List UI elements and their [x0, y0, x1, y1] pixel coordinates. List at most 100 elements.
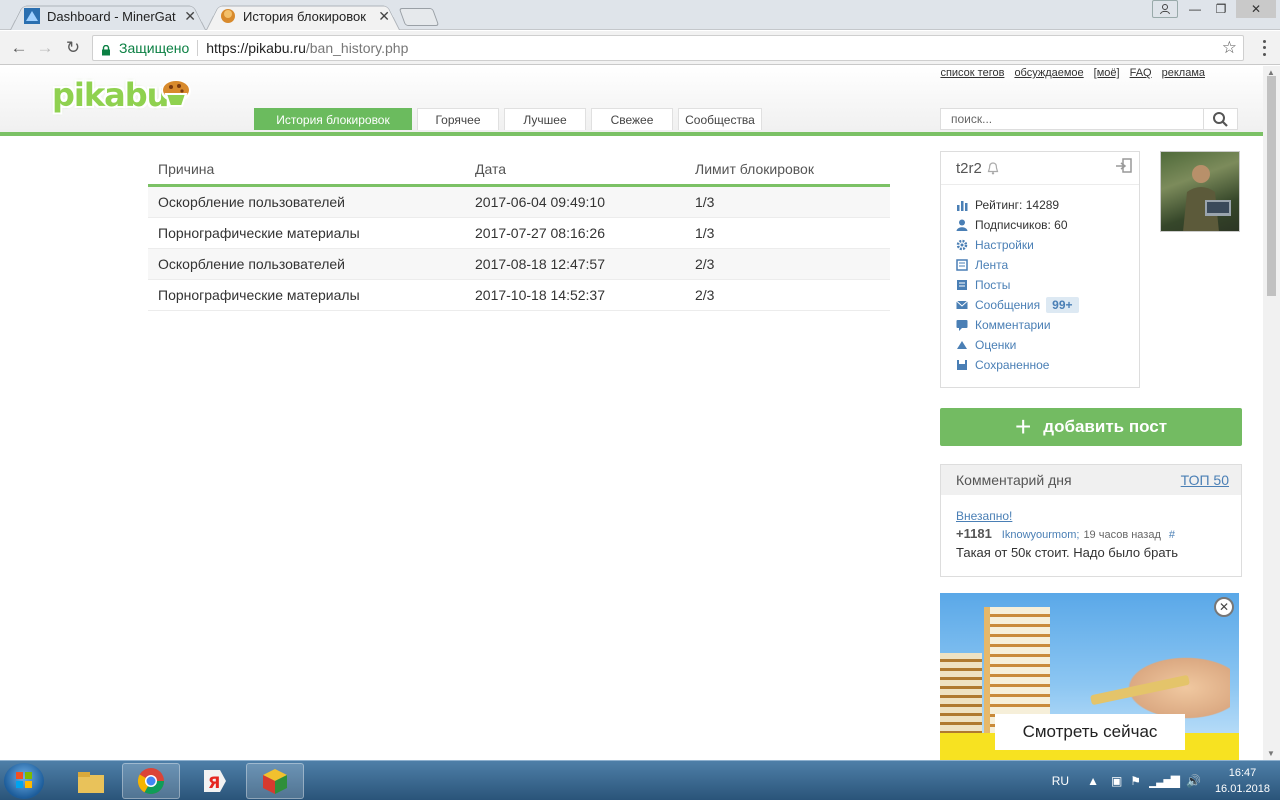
tab-fresh[interactable]: Свежее [591, 108, 673, 130]
comment-rating: +1181 [956, 526, 992, 541]
table-row: Оскорбление пользователей 2017-06-04 09:… [148, 187, 890, 218]
tab-best[interactable]: Лучшее [504, 108, 586, 130]
rating-text: Рейтинг: 14289 [975, 198, 1060, 212]
profile-menu: Рейтинг: 14289 Подписчиков: 60 Настройки… [956, 195, 1079, 375]
reload-icon[interactable]: ↻ [62, 37, 84, 59]
browser-toolbar: ← → ↻ Защищено https://pikabu.ru/ban_his… [0, 31, 1280, 65]
action-center-flag-icon[interactable]: ⚑ [1130, 774, 1141, 788]
ban-reason: Порнографические материалы [158, 225, 360, 241]
link-ads[interactable]: реклама [1162, 67, 1205, 79]
start-button[interactable] [4, 763, 44, 799]
tab-ban-history[interactable]: История блокировок [254, 108, 412, 130]
rubik-app-taskbar-icon[interactable] [246, 763, 304, 799]
search-icon[interactable] [1203, 108, 1237, 130]
clock[interactable]: 16:47 16.01.2018 [1215, 765, 1270, 797]
ban-history-table: Причина Дата Лимит блокировок Оскорблени… [148, 154, 890, 311]
close-window-icon[interactable]: ✕ [1236, 0, 1276, 18]
comment-post-link[interactable]: Внезапно! [956, 509, 1226, 523]
tray-app-icon[interactable]: ▣ [1111, 774, 1122, 788]
browser-menu-icon[interactable] [1256, 38, 1272, 58]
username[interactable]: t2r2 [956, 160, 982, 177]
advertisement-banner[interactable]: Смотреть сейчас ✕ [940, 593, 1239, 760]
language-indicator[interactable]: RU [1052, 774, 1069, 788]
scroll-down-icon[interactable]: ▼ [1267, 749, 1275, 758]
back-arrow-icon[interactable]: ← [8, 37, 30, 59]
site-logo[interactable]: pikabu [52, 76, 169, 114]
gear-icon [956, 239, 968, 251]
link-faq[interactable]: FAQ [1130, 67, 1152, 79]
tab-hot[interactable]: Горячее [417, 108, 499, 130]
page-scrollbar[interactable]: ▲ ▼ [1263, 66, 1280, 760]
profile-menu-item-comments[interactable]: Комментарии [956, 315, 1079, 335]
bar-chart-icon [956, 199, 968, 211]
comment-of-day-card: Комментарий дня ТОП 50 Внезапно! +1181 I… [940, 464, 1242, 577]
minimize-icon[interactable]: — [1182, 0, 1208, 18]
table-row: Порнографические материалы 2017-07-27 08… [148, 218, 890, 249]
chrome-taskbar-icon[interactable] [122, 763, 180, 799]
profile-menu-item-saved[interactable]: Сохраненное [956, 355, 1079, 375]
address-bar[interactable]: Защищено https://pikabu.ru/ban_history.p… [92, 35, 1244, 61]
add-post-label: добавить пост [1043, 417, 1168, 436]
menu-label[interactable]: Сообщения [975, 298, 1040, 312]
avatar[interactable] [1160, 151, 1240, 232]
comment-author[interactable]: Iknowyourmom; [1002, 529, 1080, 541]
messages-count-badge[interactable]: 99+ [1046, 297, 1079, 313]
tab-minergate[interactable]: Dashboard - MinerGate.c ✕ [10, 2, 206, 30]
menu-label[interactable]: Оценки [975, 338, 1016, 352]
ban-date: 2017-07-27 08:16:26 [475, 225, 605, 241]
menu-label[interactable]: Сохраненное [975, 358, 1049, 372]
minergate-icon [24, 8, 40, 24]
logout-icon[interactable] [1115, 158, 1133, 174]
bell-icon[interactable] [987, 162, 999, 175]
windows-taskbar: Я RU ▲ ▣ ⚑ ▁▃▅▇ 🔊 16:47 16.01.2018 [0, 760, 1280, 800]
profile-icon[interactable] [1152, 0, 1178, 18]
profile-menu-item-posts[interactable]: Посты [956, 275, 1079, 295]
comment-icon [956, 319, 968, 331]
scrollbar-thumb[interactable] [1267, 76, 1276, 296]
svg-text:Я: Я [208, 773, 220, 792]
close-ad-icon[interactable]: ✕ [1214, 597, 1234, 617]
close-tab-icon[interactable]: ✕ [184, 8, 196, 25]
ad-cta-button[interactable]: Смотреть сейчас [995, 714, 1185, 750]
muffin-logo-icon [158, 78, 194, 110]
comment-permalink[interactable]: # [1169, 529, 1175, 541]
ban-date: 2017-08-18 12:47:57 [475, 256, 605, 272]
site-header: pikabu список тегов обсуждаемое [моё] FA… [0, 66, 1263, 136]
link-mine[interactable]: [моё] [1094, 67, 1120, 79]
clock-time: 16:47 [1228, 767, 1257, 779]
profile-menu-item-settings[interactable]: Настройки [956, 235, 1079, 255]
site-search[interactable]: поиск... [940, 108, 1238, 130]
top50-link[interactable]: ТОП 50 [1181, 472, 1229, 488]
profile-rating: Рейтинг: 14289 [956, 195, 1079, 215]
site-nav-tabs: История блокировок Горячее Лучшее Свежее… [254, 108, 762, 130]
secure-label: Защищено [119, 40, 190, 56]
comment-of-day-body: Внезапно! +1181 Iknowyourmom; 19 часов н… [941, 495, 1241, 560]
restore-icon[interactable]: ❐ [1208, 0, 1234, 18]
profile-menu-item-votes[interactable]: Оценки [956, 335, 1079, 355]
tab-ban-history[interactable]: История блокировок ✕ [206, 2, 400, 30]
tray-expand-icon[interactable]: ▲ [1087, 774, 1099, 788]
url-host: https://pikabu.ru [206, 40, 306, 56]
subscribers-text: Подписчиков: 60 [975, 218, 1068, 232]
menu-label[interactable]: Комментарии [975, 318, 1051, 332]
menu-label[interactable]: Посты [975, 278, 1010, 292]
profile-menu-item-messages[interactable]: Сообщения 99+ [956, 295, 1079, 315]
explorer-taskbar-icon[interactable] [62, 763, 120, 799]
link-discussed[interactable]: обсуждаемое [1014, 67, 1083, 79]
link-tag-list[interactable]: список тегов [940, 67, 1004, 79]
volume-icon[interactable]: 🔊 [1186, 774, 1201, 788]
menu-label[interactable]: Лента [975, 258, 1008, 272]
add-post-button[interactable]: + добавить пост [940, 408, 1242, 446]
col-reason-header: Причина [158, 161, 215, 177]
forward-arrow-icon[interactable]: → [34, 37, 56, 59]
search-input[interactable]: поиск... [941, 112, 1203, 126]
tab-communities[interactable]: Сообщества [678, 108, 762, 130]
yandex-taskbar-icon[interactable]: Я [184, 763, 242, 799]
bookmark-star-icon[interactable]: ☆ [1222, 38, 1237, 58]
menu-label[interactable]: Настройки [975, 238, 1034, 252]
profile-menu-item-feed[interactable]: Лента [956, 255, 1079, 275]
network-signal-icon[interactable]: ▁▃▅▇ [1149, 774, 1180, 788]
page-viewport: pikabu список тегов обсуждаемое [моё] FA… [0, 66, 1263, 760]
close-tab-icon[interactable]: ✕ [378, 8, 390, 25]
new-tab-button[interactable] [398, 8, 440, 26]
